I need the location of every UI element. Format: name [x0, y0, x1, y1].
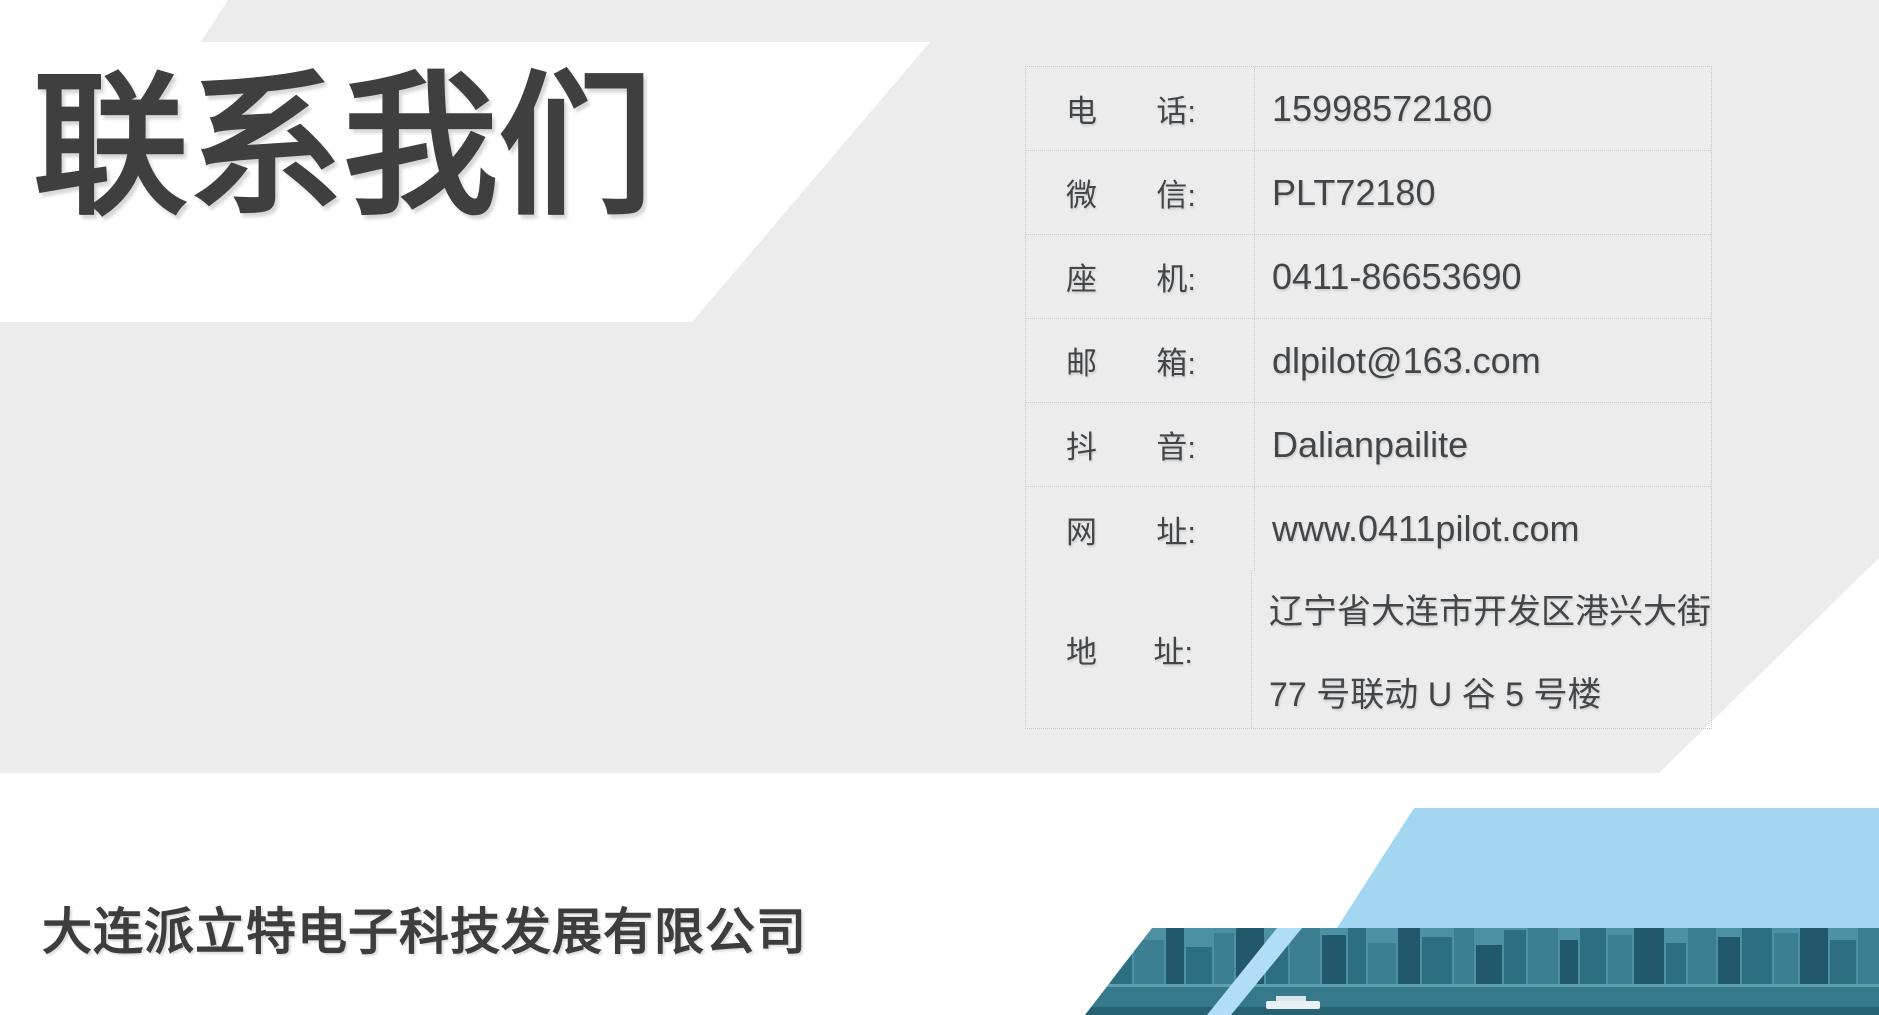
building	[1186, 947, 1212, 985]
address-line-1: 辽宁省大连市开发区港兴大街	[1269, 584, 1711, 633]
table-row: 网 址: www.0411pilot.com	[1026, 487, 1711, 571]
table-row-address: 地 址: 辽宁省大连市开发区港兴大街 77 号联动 U 谷 5 号楼	[1026, 571, 1711, 728]
label-char: 微	[1066, 170, 1097, 215]
building	[1348, 928, 1366, 985]
building	[1110, 930, 1132, 985]
table-row: 抖 音: Dalianpailite	[1026, 403, 1711, 487]
building	[1666, 943, 1686, 985]
contact-label: 地 址:	[1026, 571, 1252, 728]
building	[1634, 928, 1664, 985]
table-row: 邮 箱: dlpilot@163.com	[1026, 319, 1711, 403]
contact-label: 电 话:	[1026, 67, 1255, 150]
contact-label: 网 址:	[1026, 487, 1255, 571]
contact-table-rows: 电 话: 15998572180 微 信: PLT72180 座 机: 0411-8665369…	[1026, 67, 1711, 571]
building	[1080, 945, 1108, 985]
table-row: 电 话: 15998572180	[1026, 67, 1711, 151]
company-name: 大连派立特电子科技发展有限公司	[42, 892, 807, 964]
contact-value: PLT72180	[1255, 151, 1711, 234]
building	[1742, 928, 1772, 985]
page-title: 联系我们	[33, 66, 653, 229]
building	[1688, 928, 1716, 985]
contact-value: 15998572180	[1255, 67, 1711, 150]
boat-cabin	[1276, 996, 1306, 1001]
top-left-white-sliver	[0, 0, 228, 42]
building	[1166, 928, 1184, 985]
label-char: 址:	[1153, 627, 1193, 672]
building	[1134, 940, 1164, 985]
contact-label: 微 信:	[1026, 151, 1255, 234]
contact-table: 电 话: 15998572180 微 信: PLT72180 座 机: 0411-8665369…	[1025, 66, 1712, 729]
building	[1560, 940, 1578, 985]
address-line-2: 77 号联动 U 谷 5 号楼	[1269, 667, 1602, 716]
waterline	[1080, 984, 1879, 987]
label-char: 址:	[1156, 507, 1196, 552]
table-row: 座 机: 0411-86653690	[1026, 235, 1711, 319]
building	[1214, 933, 1234, 985]
building	[1800, 928, 1828, 985]
contact-value: dlpilot@163.com	[1255, 319, 1711, 402]
label-char: 话:	[1156, 86, 1196, 131]
contact-label: 抖 音:	[1026, 403, 1255, 486]
label-char: 信:	[1156, 170, 1196, 215]
contact-label: 座 机:	[1026, 235, 1255, 318]
photo-water-dark-band	[1080, 1007, 1879, 1015]
boat-icon	[1266, 1001, 1320, 1009]
contact-value: Dalianpailite	[1255, 403, 1711, 486]
building	[1858, 928, 1879, 985]
building	[1830, 940, 1856, 985]
building	[1422, 937, 1452, 985]
building	[1476, 945, 1502, 985]
building	[1368, 943, 1396, 985]
label-char: 地	[1066, 627, 1097, 672]
contact-value: 0411-86653690	[1255, 235, 1711, 318]
label-char: 网	[1066, 507, 1097, 552]
building	[1528, 928, 1558, 985]
label-char: 电	[1066, 86, 1097, 131]
table-row: 微 信: PLT72180	[1026, 151, 1711, 235]
contact-value: www.0411pilot.com	[1255, 487, 1711, 571]
building	[1608, 935, 1632, 985]
building	[1398, 928, 1420, 985]
cityscape-photo	[1080, 928, 1879, 1015]
contact-value-address: 辽宁省大连市开发区港兴大街 77 号联动 U 谷 5 号楼	[1252, 571, 1711, 728]
building	[1322, 935, 1346, 985]
contact-label: 邮 箱:	[1026, 319, 1255, 402]
building	[1774, 933, 1798, 985]
label-char: 机:	[1156, 254, 1196, 299]
label-char: 邮	[1066, 338, 1097, 383]
label-char: 音:	[1156, 422, 1196, 467]
label-char: 抖	[1066, 422, 1097, 467]
contact-slide: 联系我们 电 话: 15998572180 微 信: PLT72180 座 机: 0411-86…	[0, 0, 1879, 1015]
label-char: 座	[1066, 254, 1097, 299]
label-char: 箱:	[1156, 338, 1196, 383]
building	[1718, 937, 1740, 985]
building	[1504, 930, 1526, 985]
building	[1454, 928, 1474, 985]
building	[1580, 928, 1606, 985]
